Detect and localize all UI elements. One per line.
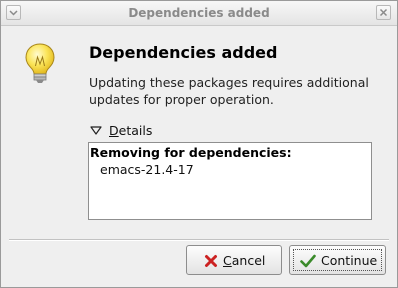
lightbulb-icon [25, 43, 55, 83]
cancel-label-rest: ancel [231, 253, 266, 268]
cancel-mnemonic: C [223, 253, 232, 268]
dialog-heading: Dependencies added [89, 43, 278, 62]
details-text-area[interactable]: Removing for dependencies: emacs-21.4-17 [88, 142, 372, 220]
triangle-down-icon [90, 126, 102, 135]
dialog-message: Updating these packages requires additio… [89, 75, 369, 107]
window-title: Dependencies added [128, 6, 270, 20]
continue-label: Continue [321, 253, 378, 268]
continue-button[interactable]: Continue [289, 245, 386, 275]
close-button[interactable] [376, 5, 391, 20]
details-label-mnemonic: D [109, 123, 119, 138]
title-bar[interactable]: Dependencies added [1, 1, 397, 26]
dialog-window: Dependencies added Dependencies added Up… [0, 0, 398, 288]
details-label: Details [109, 123, 152, 138]
checkmark-icon [300, 254, 316, 268]
close-icon [379, 8, 388, 17]
cancel-label: Cancel [223, 253, 265, 268]
details-label-rest: etails [118, 123, 153, 138]
cancel-x-icon [205, 255, 217, 267]
button-separator [9, 239, 389, 241]
details-heading: Removing for dependencies: [90, 145, 292, 160]
list-item: emacs-21.4-17 [100, 162, 194, 177]
cancel-button[interactable]: Cancel [186, 245, 282, 275]
